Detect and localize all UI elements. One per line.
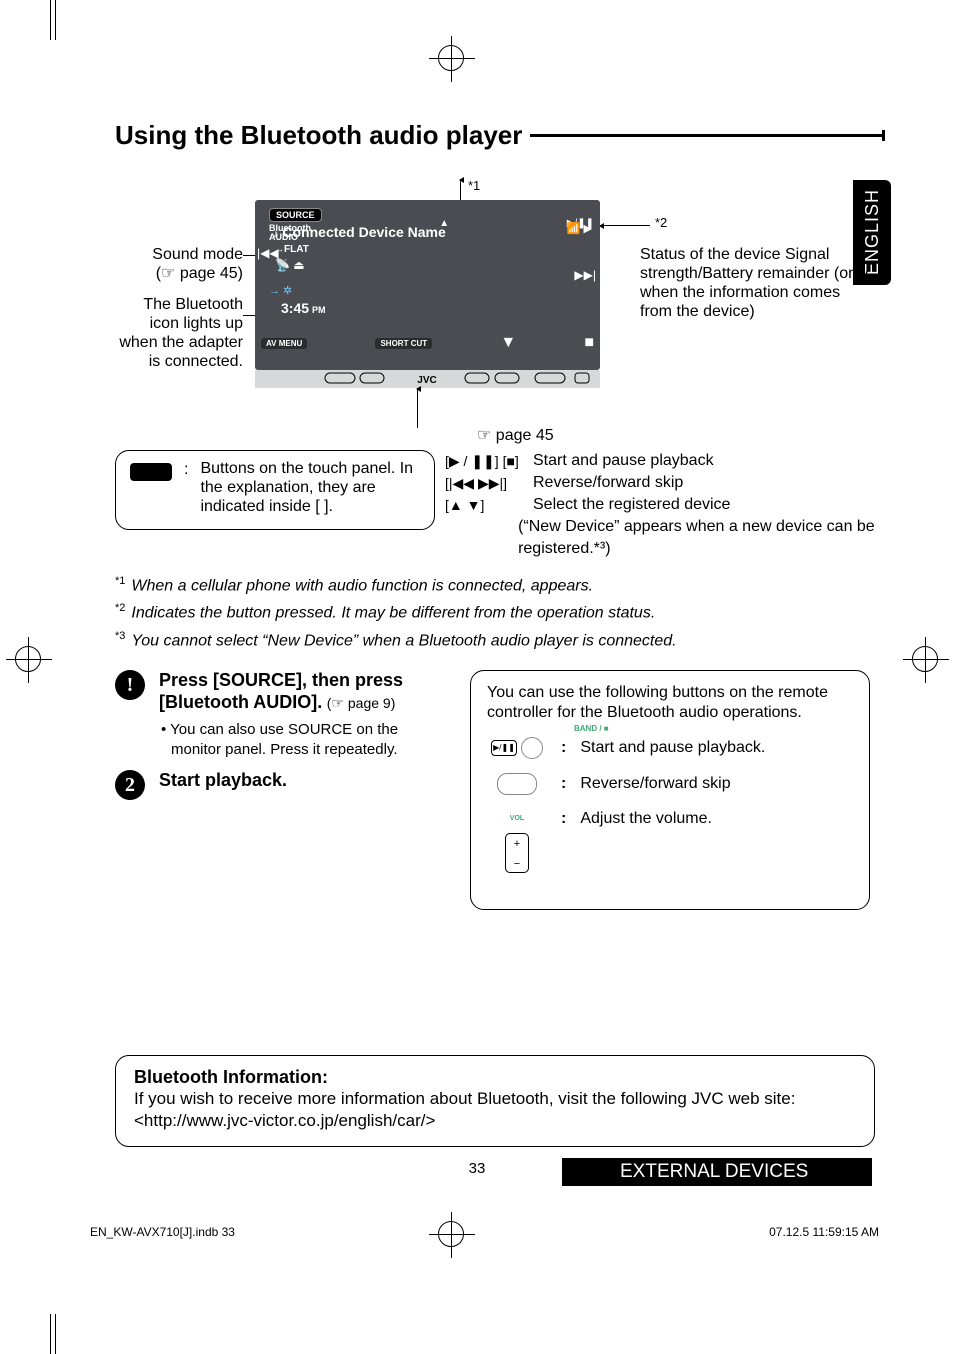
callout-text: Sound mode: [115, 245, 243, 264]
step-number-icon: 2: [115, 770, 145, 800]
connected-device-name: ♪ Connected Device Name: [273, 224, 600, 240]
signal-battery-icon: 📶 ▶: [567, 222, 592, 235]
brand-logo: JVC: [417, 375, 436, 386]
page-reference: ☞ page 45: [477, 425, 554, 445]
device-diagram: *1 *2 Sound mode (☞ page 45) The Bluetoo…: [115, 170, 875, 450]
heading-rule: [530, 134, 885, 137]
next-track-icon: ▶▶|: [574, 268, 596, 282]
step-number-icon: !: [115, 670, 145, 700]
remote-row-text: Adjust the volume.: [580, 809, 712, 829]
section-footer-bar: EXTERNAL DEVICES: [562, 1158, 872, 1186]
remote-row-text: Reverse/forward skip: [580, 774, 730, 794]
remote-row-volume: VOL +− : Adjust the volume.: [487, 809, 853, 873]
control-symbol: [▲ ▼]: [445, 494, 515, 516]
section-footer-label: EXTERNAL DEVICES: [620, 1161, 808, 1183]
registration-mark: [438, 45, 464, 71]
control-row-extra: (“New Device” appears when a new device …: [445, 516, 875, 560]
registration-mark: [912, 646, 938, 672]
trim-line: [50, 1314, 51, 1354]
control-desc-extra: (“New Device” appears when a new device …: [518, 516, 875, 560]
callout-text: Status of the device Signal strength/Bat…: [640, 246, 869, 320]
colon: :: [184, 461, 188, 479]
control-symbol: [▶ / ❚❚] [■]: [445, 450, 515, 472]
build-timestamp: 07.12.5 11:59:15 AM: [769, 1225, 879, 1239]
trim-line: [50, 0, 51, 40]
music-note-icon: ♪: [273, 228, 279, 240]
shortcut-button: SHORT CUT: [375, 338, 432, 349]
footnote: *1When a cellular phone with audio funct…: [115, 570, 875, 597]
control-symbol: [|◀◀ ▶▶|]: [445, 472, 515, 494]
remote-row-play: ▶/❚❚ : Start and pause playback.: [487, 737, 853, 759]
control-row: [▲ ▼] Select the registered device: [445, 494, 875, 516]
remote-row-text: Start and pause playback.: [580, 738, 765, 758]
source-file-label: EN_KW-AVX710[J].indb 33: [90, 1225, 235, 1239]
band-label: BAND / ■: [574, 719, 609, 739]
remote-play-button-icon: ▶/❚❚: [491, 740, 517, 756]
registration-mark: [438, 1221, 464, 1247]
device-screen: SOURCE Bluetooth AUDIO ▲ ▶/❚❚ ♪ Connecte…: [255, 200, 600, 370]
down-icon: ▼: [500, 334, 516, 352]
procedure-steps: ! Press [SOURCE], then press [Bluetooth …: [115, 670, 445, 810]
vol-label: VOL: [510, 809, 524, 829]
callout-sound-mode: Sound mode (☞ page 45): [115, 245, 243, 283]
step-2-title: Start playback.: [159, 770, 287, 790]
hardware-button-bar: JVC: [255, 370, 600, 388]
trim-line: [55, 1314, 56, 1354]
footnote: *3You cannot select “New Device” when a …: [115, 625, 875, 652]
touch-note-text: Buttons on the touch panel. In the expla…: [200, 459, 424, 516]
antenna-icon: 📡 ⏏: [275, 258, 305, 272]
step-1-ref: (☞ page 9): [327, 695, 396, 711]
playback-controls-list: [▶ / ❚❚] [■] Start and pause playback [|…: [445, 450, 875, 560]
remote-controller-box: You can use the following buttons on the…: [470, 670, 870, 910]
step-2: 2 Start playback.: [115, 770, 445, 800]
remote-volume-button-icon: +−: [505, 833, 529, 873]
trim-line: [55, 0, 56, 40]
stop-icon: ■: [584, 334, 594, 352]
footnote-marker-1: *1: [468, 178, 480, 193]
control-desc: Select the registered device: [533, 494, 730, 516]
remote-round-button-icon: [521, 737, 543, 759]
step-1-note: • You can also use SOURCE on the monitor…: [159, 720, 445, 760]
leader-line: [417, 388, 418, 428]
info-body: If you wish to receive more information …: [134, 1088, 856, 1132]
registration-mark: [15, 646, 41, 672]
control-desc: Reverse/forward skip: [533, 472, 683, 494]
step-1: ! Press [SOURCE], then press [Bluetooth …: [115, 670, 445, 760]
source-button: SOURCE: [269, 208, 322, 222]
footnote: *2Indicates the button pressed. It may b…: [115, 597, 875, 624]
remote-intro: You can use the following buttons on the…: [487, 683, 853, 723]
info-title: Bluetooth Information:: [134, 1066, 856, 1088]
footnotes: *1When a cellular phone with audio funct…: [115, 570, 875, 652]
remote-row-skip: : Reverse/forward skip: [487, 773, 853, 795]
touch-button-chip: [130, 463, 172, 481]
control-row: [▶ / ❚❚] [■] Start and pause playback: [445, 450, 875, 472]
control-desc: Start and pause playback: [533, 450, 714, 472]
callout-device-status: Status of the device Signal strength/Bat…: [640, 245, 870, 321]
heading-text: Using the Bluetooth audio player: [115, 120, 522, 151]
remote-skip-buttons-icon: [497, 773, 537, 795]
av-menu-button: AV MENU: [261, 338, 307, 349]
callout-text: The Bluetooth icon lights up when the ad…: [119, 296, 243, 370]
eq-mode-label: →FLAT: [275, 244, 309, 255]
footnote-marker-2: *2: [655, 215, 667, 230]
control-row: [|◀◀ ▶▶|] Reverse/forward skip: [445, 472, 875, 494]
leader-line: [600, 225, 650, 226]
callout-bt-icon: The Bluetooth icon lights up when the ad…: [115, 295, 243, 371]
section-heading: Using the Bluetooth audio player: [115, 120, 885, 151]
touch-panel-note-box: : Buttons on the touch panel. In the exp…: [115, 450, 435, 530]
bluetooth-info-box: Bluetooth Information: If you wish to re…: [115, 1055, 875, 1147]
bluetooth-icon: → ✲: [269, 284, 292, 297]
clock-display: 3:45PM: [281, 300, 326, 316]
callout-ref: (☞ page 45): [115, 264, 243, 283]
